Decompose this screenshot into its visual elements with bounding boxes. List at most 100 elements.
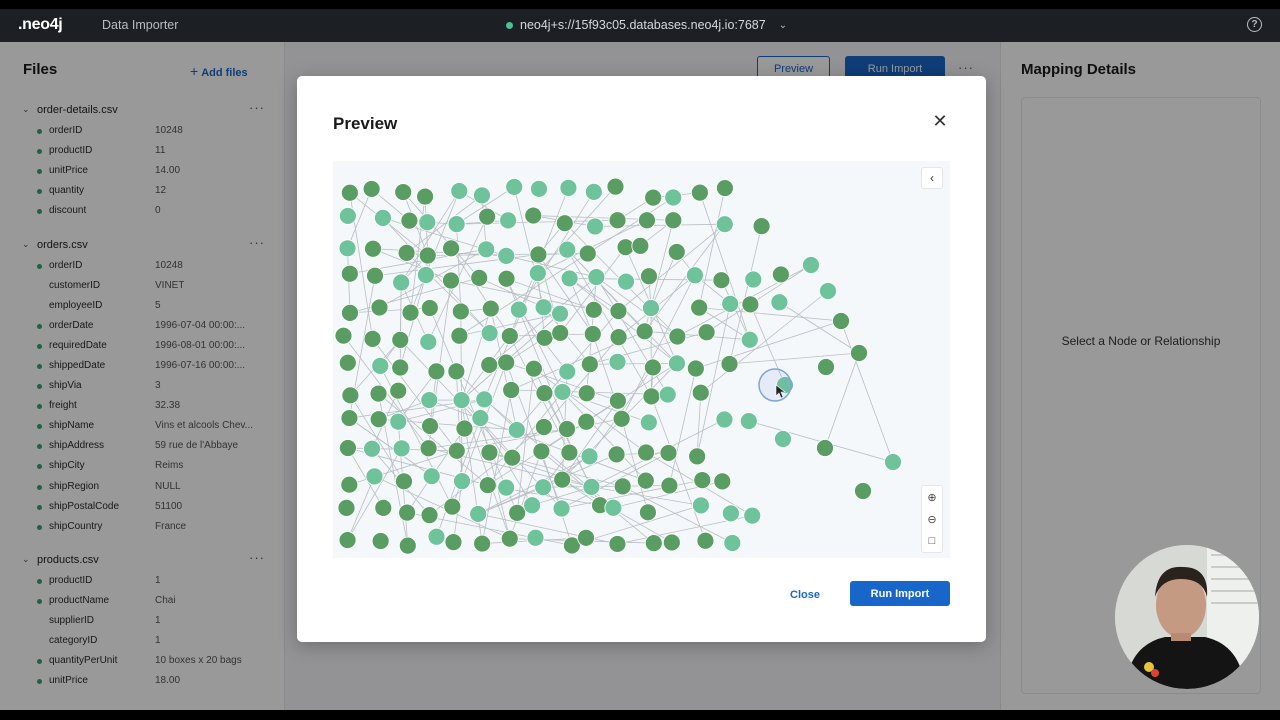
graph-node[interactable] bbox=[400, 211, 419, 230]
graph-node[interactable] bbox=[668, 327, 687, 346]
graph-node[interactable] bbox=[560, 269, 579, 288]
graph-node[interactable] bbox=[558, 240, 577, 259]
graph-node[interactable] bbox=[696, 531, 715, 550]
graph-node[interactable] bbox=[481, 299, 500, 318]
graph-node[interactable] bbox=[582, 477, 601, 496]
graph-node[interactable] bbox=[389, 412, 408, 431]
graph-node[interactable] bbox=[509, 300, 528, 319]
graph-node[interactable] bbox=[418, 246, 437, 265]
graph-node[interactable] bbox=[391, 330, 410, 349]
graph-node[interactable] bbox=[530, 179, 548, 198]
graph-node[interactable] bbox=[473, 186, 491, 205]
graph-node[interactable] bbox=[884, 453, 902, 471]
graph-node[interactable] bbox=[507, 421, 526, 439]
graph-node[interactable] bbox=[365, 467, 384, 486]
graph-node[interactable] bbox=[667, 243, 686, 261]
graph-node[interactable] bbox=[499, 211, 518, 230]
graph-node[interactable] bbox=[374, 498, 393, 517]
graph-node[interactable] bbox=[716, 179, 734, 197]
graph-node[interactable] bbox=[417, 266, 435, 284]
graph-node[interactable] bbox=[500, 327, 519, 345]
graph-node[interactable] bbox=[401, 303, 420, 322]
graph-node[interactable] bbox=[690, 298, 709, 317]
graph-node[interactable] bbox=[713, 472, 732, 491]
graph-node[interactable] bbox=[453, 472, 471, 491]
graph-node[interactable] bbox=[471, 409, 490, 427]
graph-relationship[interactable] bbox=[699, 192, 751, 340]
graph-node[interactable] bbox=[607, 445, 626, 464]
graph-node[interactable] bbox=[369, 410, 388, 429]
graph-node[interactable] bbox=[637, 443, 655, 462]
graph-node[interactable] bbox=[427, 362, 446, 381]
graph-relationship[interactable] bbox=[840, 320, 894, 463]
graph-node[interactable] bbox=[577, 528, 595, 547]
graph-node[interactable] bbox=[526, 528, 545, 547]
graph-node[interactable] bbox=[455, 419, 474, 438]
graph-node[interactable] bbox=[578, 244, 597, 263]
graph-node[interactable] bbox=[442, 271, 460, 290]
graph-node[interactable] bbox=[644, 534, 663, 553]
close-button[interactable]: Close bbox=[777, 583, 833, 607]
graph-node[interactable] bbox=[635, 322, 654, 341]
graph-node[interactable] bbox=[338, 239, 357, 258]
graph-node[interactable] bbox=[443, 497, 462, 516]
graph-node[interactable] bbox=[473, 534, 492, 553]
graph-node[interactable] bbox=[606, 177, 625, 196]
graph-node[interactable] bbox=[497, 246, 516, 265]
graph-node[interactable] bbox=[712, 271, 731, 290]
graph-node[interactable] bbox=[686, 266, 704, 285]
graph-node[interactable] bbox=[418, 213, 437, 232]
graph-node[interactable] bbox=[391, 358, 410, 377]
graph-node[interactable] bbox=[529, 245, 548, 264]
graph-node[interactable] bbox=[586, 217, 604, 236]
graph-node[interactable] bbox=[535, 328, 554, 347]
graph-node[interactable] bbox=[584, 182, 603, 201]
graph-node[interactable] bbox=[555, 214, 574, 233]
graph-node[interactable] bbox=[503, 448, 522, 467]
graph-node[interactable] bbox=[553, 383, 572, 401]
graph-node[interactable] bbox=[819, 282, 837, 300]
graph-node[interactable] bbox=[692, 496, 710, 515]
graph-relationship[interactable] bbox=[668, 368, 697, 486]
graph-node[interactable] bbox=[363, 439, 381, 458]
graph-node[interactable] bbox=[643, 358, 662, 377]
graph-node[interactable] bbox=[392, 273, 411, 292]
graph-node[interactable] bbox=[469, 505, 488, 523]
collapse-panel-icon[interactable]: ‹ bbox=[921, 167, 943, 189]
graph-node[interactable] bbox=[850, 344, 868, 362]
graph-node[interactable] bbox=[442, 239, 460, 258]
graph-node[interactable] bbox=[715, 215, 734, 234]
graph-node[interactable] bbox=[617, 272, 635, 291]
graph-node[interactable] bbox=[686, 359, 705, 378]
graph-node[interactable] bbox=[374, 208, 392, 227]
graph-canvas[interactable] bbox=[333, 161, 950, 558]
graph-relationship[interactable] bbox=[347, 448, 402, 541]
graph-node[interactable] bbox=[723, 534, 742, 552]
graph-node[interactable] bbox=[389, 381, 408, 400]
graph-node[interactable] bbox=[691, 383, 710, 402]
graph-node[interactable] bbox=[639, 503, 657, 522]
graph-node[interactable] bbox=[854, 482, 872, 500]
graph-node[interactable] bbox=[478, 207, 497, 226]
graph-node[interactable] bbox=[817, 358, 835, 376]
graph-node[interactable] bbox=[362, 180, 381, 198]
graph-node[interactable] bbox=[337, 498, 356, 517]
graph-relationship[interactable] bbox=[699, 307, 842, 322]
graph-relationship[interactable] bbox=[566, 249, 652, 397]
connection-selector[interactable]: neo4j+s://15f93c05.databases.neo4j.io:76… bbox=[506, 18, 787, 32]
graph-node[interactable] bbox=[770, 293, 789, 312]
graph-node[interactable] bbox=[609, 302, 628, 320]
graph-node[interactable] bbox=[450, 326, 469, 345]
graph-node[interactable] bbox=[451, 302, 470, 321]
graph-node[interactable] bbox=[659, 444, 678, 462]
graph-relationship[interactable] bbox=[459, 253, 588, 337]
graph-node[interactable] bbox=[664, 188, 683, 207]
run-import-button[interactable]: Run Import bbox=[850, 581, 950, 606]
graph-node[interactable] bbox=[398, 503, 417, 522]
graph-node[interactable] bbox=[535, 384, 554, 403]
graph-node[interactable] bbox=[612, 409, 631, 428]
graph-node[interactable] bbox=[552, 499, 571, 518]
graph-node[interactable] bbox=[534, 478, 553, 497]
graph-node[interactable] bbox=[720, 355, 739, 373]
graph-node[interactable] bbox=[616, 238, 635, 257]
